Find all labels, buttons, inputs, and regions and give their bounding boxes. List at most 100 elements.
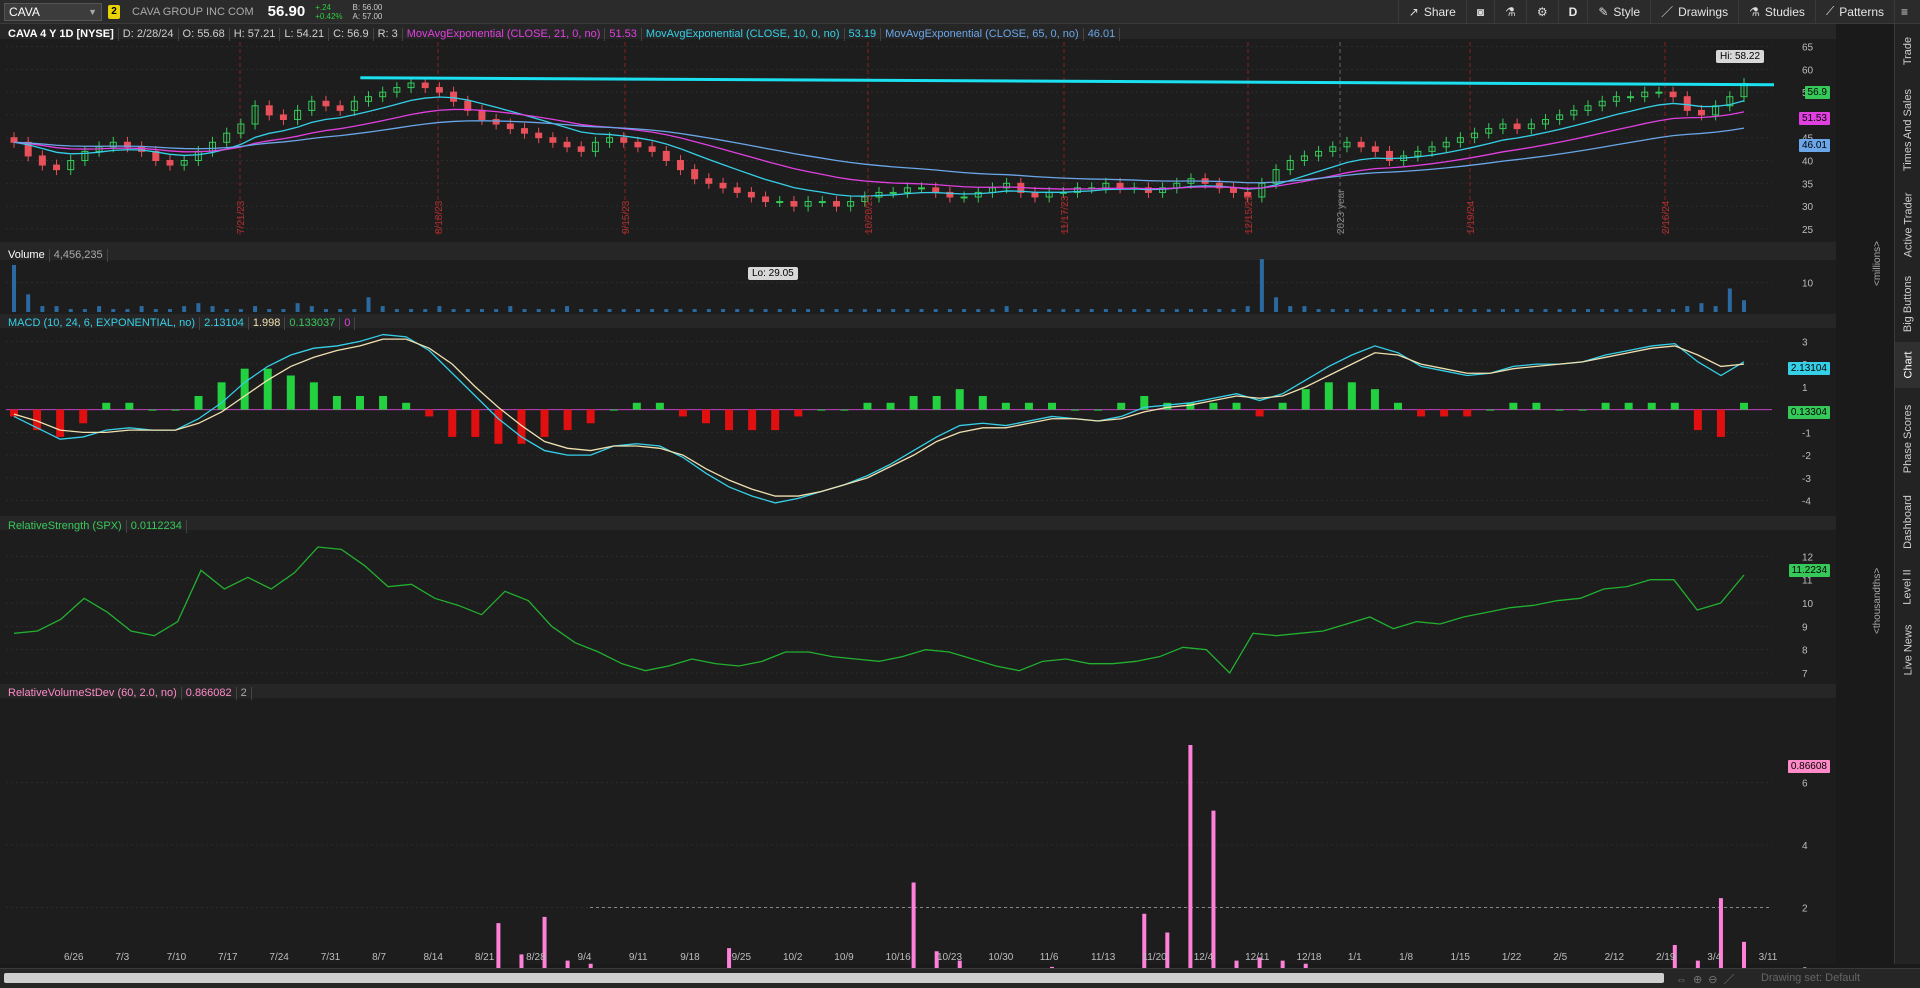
volume-bar <box>68 309 73 312</box>
zoom-in-icon[interactable]: ⊕ <box>1693 974 1708 986</box>
macd-histogram-bar <box>1001 402 1010 410</box>
macd-histogram-bar <box>1186 402 1195 410</box>
price-panel[interactable]: 253035404550556065 <box>6 43 1814 236</box>
rs-tick-label: 7 <box>1802 669 1808 680</box>
zoom-controls[interactable]: ⇔⊕⊖／ <box>1676 971 1740 987</box>
time-axis-label: 11/13 <box>1091 952 1116 963</box>
side-tab-times-and-sales[interactable]: Times And Sales <box>1895 84 1920 176</box>
volume-bar <box>1742 300 1746 312</box>
volume-bar <box>664 309 669 312</box>
drawing-set-label[interactable]: Drawing set: Default <box>1761 972 1860 984</box>
chart-canvas[interactable]: 253035404550556065 10 3210-1-2-3-4 12111… <box>0 24 1836 968</box>
relative-strength-panel[interactable]: 12 11 10 9 8 7 <box>6 546 1814 680</box>
relative-volume-panel[interactable]: 6420 <box>6 745 1808 968</box>
ema10-label[interactable]: MovAvgExponential (CLOSE, 10, 0, no) <box>642 27 845 41</box>
time-axis-label: 12/18 <box>1296 952 1322 963</box>
drawings-button[interactable]: ／ Drawings <box>1650 0 1738 24</box>
side-tab-big-buttons[interactable]: Big Buttons <box>1895 272 1920 336</box>
macd-histogram-bar <box>1532 402 1541 410</box>
side-tab-active-trader[interactable]: Active Trader <box>1895 184 1920 266</box>
flask-button[interactable]: ⚗ <box>1494 0 1526 24</box>
rv-label[interactable]: RelativeVolumeStDev (60, 2.0, no) <box>4 686 182 700</box>
volume-bar <box>1699 303 1704 312</box>
volume-bar <box>593 309 598 312</box>
macd-histogram-bar <box>1094 409 1103 411</box>
pan-icon[interactable]: ⇔ <box>1676 974 1693 986</box>
volume-bar <box>153 309 158 312</box>
menu-icon: ≡ <box>1901 4 1909 19</box>
chart-scrollbar[interactable] <box>4 973 1664 983</box>
time-axis-label: 9/4 <box>577 952 592 963</box>
side-tab-live-news[interactable]: Live News <box>1895 618 1920 682</box>
macd-histogram-bar <box>586 409 595 424</box>
macd-histogram-bar <box>125 402 134 410</box>
macd-histogram-bar <box>1647 402 1656 410</box>
ema65-line <box>13 120 1745 184</box>
macd-histogram-bar <box>1209 402 1218 410</box>
time-axis-label: 2/12 <box>1604 952 1625 963</box>
drawing-tool-icon[interactable]: ／ <box>1723 974 1740 986</box>
macd-histogram-bar <box>56 409 65 437</box>
volume-bar <box>238 309 243 312</box>
volume-bar <box>1302 306 1307 312</box>
volume-bar <box>1274 297 1279 312</box>
volume-bar <box>565 306 570 312</box>
candle-body <box>520 128 528 134</box>
share-icon: ↗ <box>1408 4 1419 19</box>
aggregation-button[interactable]: D <box>1557 0 1588 24</box>
studies-button[interactable]: ⚗ Studies <box>1738 0 1815 24</box>
settings-button[interactable]: ⚙ <box>1525 0 1558 24</box>
time-axis-label: 8/21 <box>474 952 495 963</box>
volume-bar <box>1656 309 1661 312</box>
macd-histogram-bar <box>563 409 572 431</box>
share-button[interactable]: ↗ Share <box>1397 0 1466 24</box>
style-button[interactable]: ✎ Style <box>1587 0 1650 24</box>
candle-body <box>1116 182 1124 189</box>
macd-histogram-bar <box>909 395 918 410</box>
symbol-selector[interactable]: CAVA ▼ <box>4 2 102 21</box>
side-tab-trade[interactable]: Trade <box>1895 28 1920 74</box>
time-axis-label: 10/23 <box>937 952 963 963</box>
volume-bar <box>182 306 187 312</box>
volume-bar <box>806 309 811 312</box>
volume-bar <box>1018 309 1023 312</box>
ema10-value: 53.19 <box>845 27 882 41</box>
volume-bar <box>962 309 967 312</box>
macd-histogram-bar <box>171 409 180 411</box>
candle-body <box>478 109 486 120</box>
side-tab-dashboard[interactable]: Dashboard <box>1895 486 1920 558</box>
menu-button[interactable]: ≡ <box>1894 0 1920 24</box>
side-tab-label: Live News <box>1902 624 1914 676</box>
resistance-trendline <box>360 76 1775 87</box>
zoom-out-icon[interactable]: ⊖ <box>1708 974 1723 986</box>
macd-histogram-bar <box>702 409 710 424</box>
volume-bar <box>451 309 456 312</box>
time-axis-label: 7/3 <box>115 952 130 963</box>
chart-area[interactable]: 253035404550556065 10 3210-1-2-3-4 12111… <box>0 24 1883 968</box>
volume-bar <box>1089 309 1094 312</box>
volume-bar <box>1231 309 1236 312</box>
relative-strength-line <box>13 546 1745 675</box>
volume-bar <box>678 309 683 312</box>
candle-body <box>932 187 940 193</box>
vertical-date-label: 11/17/23 <box>1060 195 1071 234</box>
rs-label[interactable]: RelativeStrength (SPX) <box>4 519 127 533</box>
candle-body <box>166 160 174 166</box>
volume-panel[interactable]: 10 <box>6 259 1814 312</box>
ema21-label[interactable]: MovAvgExponential (CLOSE, 21, 0, no) <box>403 27 606 41</box>
snapshot-button[interactable]: ◙ <box>1465 0 1494 24</box>
link-group-badge[interactable]: 2 <box>108 4 120 19</box>
side-tab-phase-scores[interactable]: Phase Scores <box>1895 402 1920 476</box>
volume-label[interactable]: Volume <box>4 248 50 262</box>
side-tab-chart[interactable]: Chart <box>1895 342 1920 388</box>
vertical-date-label: 1/19/24 <box>1466 200 1477 234</box>
side-tab-level-ii[interactable]: Level II <box>1895 562 1920 612</box>
patterns-button[interactable]: ⟋ Patterns <box>1814 0 1894 24</box>
macd-histogram-bar <box>1486 409 1495 411</box>
macd-label[interactable]: MACD (10, 24, 6, EXPONENTIAL, no) <box>4 316 201 330</box>
volume-bar <box>1685 306 1690 312</box>
macd-histogram-bar <box>1117 402 1126 410</box>
macd-histogram-bar <box>332 395 341 410</box>
macd-panel[interactable]: 3210-1-2-3-4 <box>6 333 1811 508</box>
ema65-label[interactable]: MovAvgExponential (CLOSE, 65, 0, no) <box>881 27 1084 41</box>
